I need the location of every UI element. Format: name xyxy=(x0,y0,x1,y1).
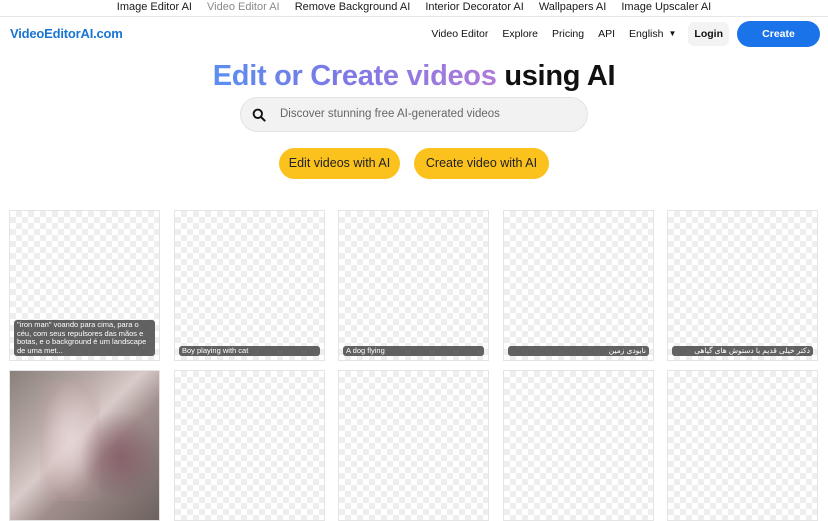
main-nav: VideoEditorAI.com Video Editor Explore P… xyxy=(0,17,828,66)
thumbnail-image-shade xyxy=(80,411,159,501)
video-card[interactable]: "iron man" voando para cima, para o céu,… xyxy=(9,210,160,361)
product-link-image-editor[interactable]: Image Editor AI xyxy=(117,1,192,13)
video-caption: نابودی زمین xyxy=(508,345,649,356)
create-account-button[interactable]: Create account xyxy=(737,21,820,66)
video-card[interactable]: دکتر خیلی قدیم با دستوش های گیاهی xyxy=(667,210,818,361)
video-card[interactable] xyxy=(667,370,818,521)
video-card-thumbnail[interactable] xyxy=(9,370,160,521)
product-link-remove-background[interactable]: Remove Background AI xyxy=(295,1,411,13)
product-link-video-editor[interactable]: Video Editor AI xyxy=(207,1,280,13)
nav-link-pricing[interactable]: Pricing xyxy=(552,28,584,40)
brand-logo[interactable]: VideoEditorAI.com xyxy=(10,26,123,41)
title-gradient-text: Edit or Create videos xyxy=(212,60,497,92)
product-link-interior-decorator[interactable]: Interior Decorator AI xyxy=(425,1,523,13)
page-title: Edit or Create videos using AI xyxy=(0,60,828,93)
video-card[interactable]: A dog flying xyxy=(338,210,489,361)
video-card[interactable]: نابودی زمین xyxy=(503,210,654,361)
product-link-image-upscaler[interactable]: Image Upscaler AI xyxy=(621,1,711,13)
video-caption: A dog flying xyxy=(343,345,484,356)
search-icon xyxy=(252,108,266,122)
video-caption: "iron man" voando para cima, para o céu,… xyxy=(14,320,155,356)
language-selector[interactable]: English ▼ xyxy=(629,28,676,40)
create-video-button[interactable]: Create video with AI xyxy=(414,148,549,179)
video-caption: Boy playing with cat xyxy=(179,345,320,356)
nav-link-api[interactable]: API xyxy=(598,28,615,40)
search-bar[interactable]: Discover stunning free AI-generated vide… xyxy=(240,97,588,132)
video-card[interactable] xyxy=(338,370,489,521)
search-placeholder: Discover stunning free AI-generated vide… xyxy=(280,108,500,120)
login-button[interactable]: Login xyxy=(688,22,729,46)
nav-links: Video Editor Explore Pricing API English… xyxy=(417,21,820,66)
video-card[interactable]: Boy playing with cat xyxy=(174,210,325,361)
product-strip: Image Editor AI Video Editor AI Remove B… xyxy=(0,0,828,17)
title-plain-text: using AI xyxy=(496,60,616,92)
edit-videos-button[interactable]: Edit videos with AI xyxy=(279,148,400,179)
video-caption: دکتر خیلی قدیم با دستوش های گیاهی xyxy=(672,345,813,356)
product-link-wallpapers[interactable]: Wallpapers AI xyxy=(539,1,606,13)
video-card[interactable] xyxy=(174,370,325,521)
nav-link-video-editor[interactable]: Video Editor xyxy=(431,28,488,40)
nav-link-explore[interactable]: Explore xyxy=(502,28,538,40)
caret-down-icon: ▼ xyxy=(668,29,677,38)
language-label: English xyxy=(629,28,664,40)
video-card[interactable] xyxy=(503,370,654,521)
